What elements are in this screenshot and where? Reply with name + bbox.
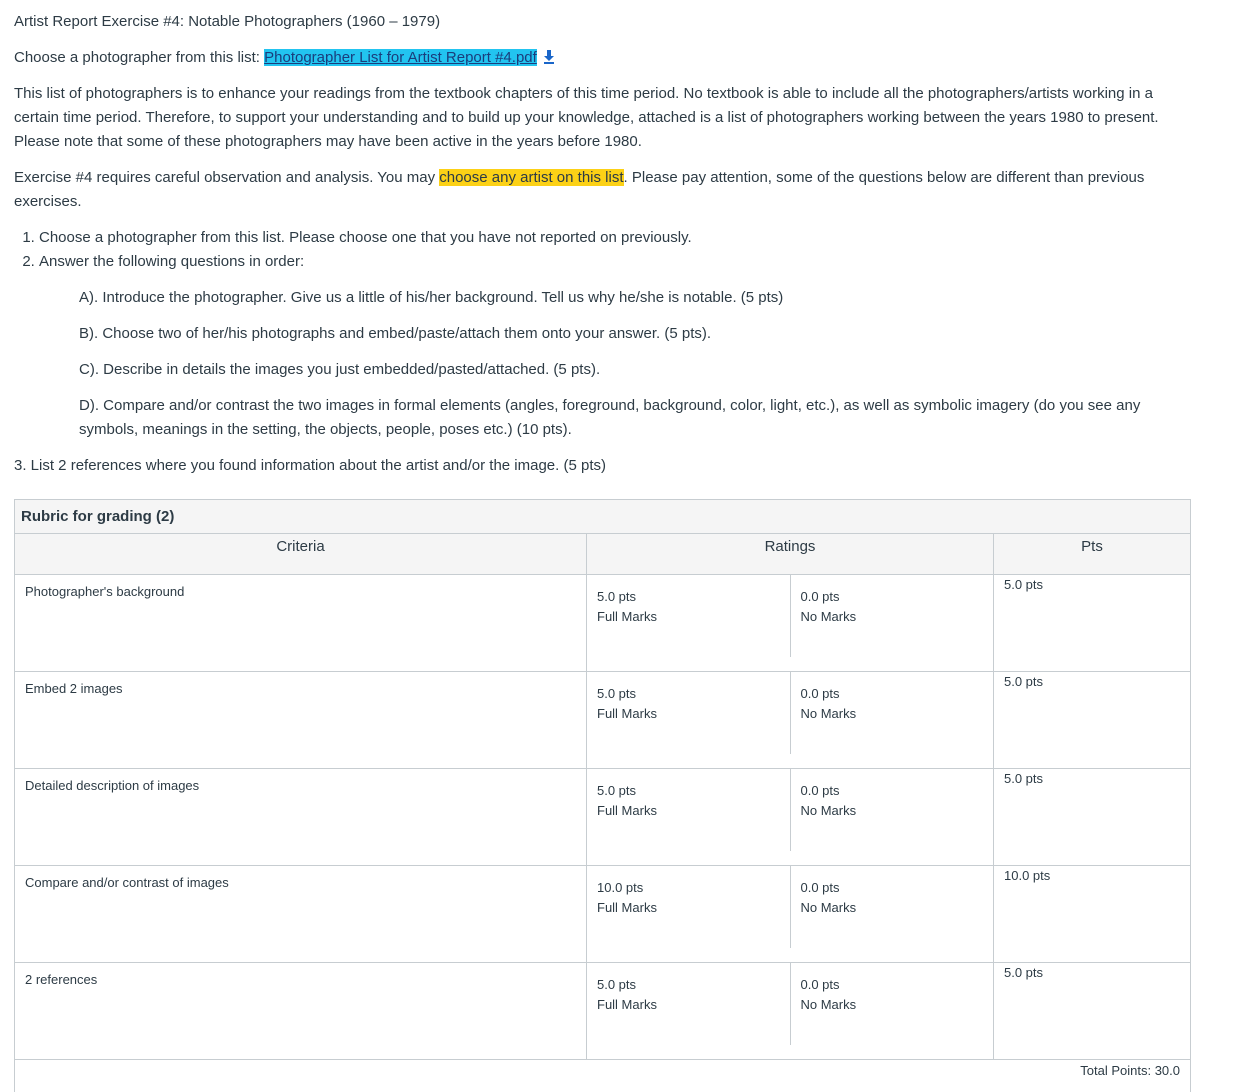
rating-points: 0.0 pts xyxy=(801,684,984,704)
criterion-description: Photographer's background xyxy=(15,575,587,672)
rating-points: 0.0 pts xyxy=(801,781,984,801)
rating-label: Full Marks xyxy=(597,706,657,721)
criterion-points: 10.0 pts xyxy=(994,866,1191,963)
rating-points: 10.0 pts xyxy=(597,878,780,898)
subquestions: A). Introduce the photographer. Give us … xyxy=(79,286,1174,442)
rubric-header-row: Criteria Ratings Pts xyxy=(15,534,1191,575)
step-3: 3. List 2 references where you found inf… xyxy=(14,454,1174,478)
rating-no-marks: 0.0 pts No Marks xyxy=(790,672,994,754)
rating-label: Full Marks xyxy=(597,997,657,1012)
download-icon[interactable] xyxy=(543,50,555,64)
criterion-description: Embed 2 images xyxy=(15,672,587,769)
rating-no-marks: 0.0 pts No Marks xyxy=(790,963,994,1045)
rating-no-marks: 0.0 pts No Marks xyxy=(790,575,994,657)
assignment-description: Artist Report Exercise #4: Notable Photo… xyxy=(14,10,1174,498)
rubric-body: Photographer's background 5.0 pts Full Ma… xyxy=(15,575,1191,1092)
criterion-points: 5.0 pts xyxy=(994,963,1191,1060)
criterion-points: 5.0 pts xyxy=(994,672,1191,769)
rating-label: No Marks xyxy=(801,900,857,915)
rubric-table: Criteria Ratings Pts Photographer's back… xyxy=(14,533,1191,1092)
photographer-list-file-link[interactable]: Photographer List for Artist Report #4.p… xyxy=(264,49,537,66)
rating-points: 5.0 pts xyxy=(597,781,780,801)
rubric-row: Photographer's background 5.0 pts Full Ma… xyxy=(15,575,1191,672)
rubric: Rubric for grading (2) Criteria Ratings … xyxy=(14,499,1191,1092)
rating-cell: 5.0 pts Full Marks 0.0 pts No Marks xyxy=(587,963,994,1060)
rating-label: Full Marks xyxy=(597,609,657,624)
rating-cell: 10.0 pts Full Marks 0.0 pts No Marks xyxy=(587,866,994,963)
subquestion-b: B). Choose two of her/his photographs an… xyxy=(79,322,1174,346)
assignment-heading: Artist Report Exercise #4: Notable Photo… xyxy=(14,10,1174,34)
intro-paragraph: This list of photographers is to enhance… xyxy=(14,82,1174,154)
rating-points: 0.0 pts xyxy=(801,587,984,607)
rating-points: 0.0 pts xyxy=(801,975,984,995)
criteria-header: Criteria xyxy=(15,534,587,575)
rating-label: Full Marks xyxy=(597,803,657,818)
rating-label: No Marks xyxy=(801,803,857,818)
rating-no-marks: 0.0 pts No Marks xyxy=(790,769,994,851)
subquestion-d: D). Compare and/or contrast the two imag… xyxy=(79,394,1174,442)
requirements-prefix: Exercise #4 requires careful observation… xyxy=(14,169,439,186)
choose-prefix: Choose a photographer from this list: xyxy=(14,49,264,66)
requirements-paragraph: Exercise #4 requires careful observation… xyxy=(14,166,1174,214)
criterion-description: Compare and/or contrast of images xyxy=(15,866,587,963)
rating-full-marks: 5.0 pts Full Marks xyxy=(587,575,790,657)
rating-full-marks: 5.0 pts Full Marks xyxy=(587,963,790,1045)
step-1: Choose a photographer from this list. Pl… xyxy=(39,226,1174,250)
rating-full-marks: 5.0 pts Full Marks xyxy=(587,672,790,754)
criterion-points: 5.0 pts xyxy=(994,769,1191,866)
ratings-header: Ratings xyxy=(587,534,994,575)
pts-header: Pts xyxy=(994,534,1191,575)
rating-full-marks: 5.0 pts Full Marks xyxy=(587,769,790,851)
rubric-total-row: Total Points: 30.0 xyxy=(15,1060,1191,1092)
rubric-row: Compare and/or contrast of images 10.0 p… xyxy=(15,866,1191,963)
rating-points: 5.0 pts xyxy=(597,587,780,607)
rating-label: No Marks xyxy=(801,609,857,624)
rating-full-marks: 10.0 pts Full Marks xyxy=(587,866,790,948)
rating-label: Full Marks xyxy=(597,900,657,915)
rating-points: 0.0 pts xyxy=(801,878,984,898)
rating-cell: 5.0 pts Full Marks 0.0 pts No Marks xyxy=(587,769,994,866)
rubric-row: 2 references 5.0 pts Full Marks 0.0 pts No… xyxy=(15,963,1191,1060)
rubric-row: Detailed description of images 5.0 pts Fu… xyxy=(15,769,1191,866)
highlighted-text: choose any artist on this list xyxy=(439,169,623,186)
subquestion-a: A). Introduce the photographer. Give us … xyxy=(79,286,1174,310)
rating-cell: 5.0 pts Full Marks 0.0 pts No Marks xyxy=(587,575,994,672)
rating-label: No Marks xyxy=(801,997,857,1012)
steps-list: Choose a photographer from this list. Pl… xyxy=(14,226,1174,442)
choose-line: Choose a photographer from this list: Ph… xyxy=(14,46,1174,70)
rating-points: 5.0 pts xyxy=(597,975,780,995)
rating-cell: 5.0 pts Full Marks 0.0 pts No Marks xyxy=(587,672,994,769)
subquestion-c: C). Describe in details the images you j… xyxy=(79,358,1174,382)
rubric-row: Embed 2 images 5.0 pts Full Marks 0.0 pts… xyxy=(15,672,1191,769)
step-2: Answer the following questions in order:… xyxy=(39,250,1174,442)
criterion-description: Detailed description of images xyxy=(15,769,587,866)
rating-no-marks: 0.0 pts No Marks xyxy=(790,866,994,948)
criterion-description: 2 references xyxy=(15,963,587,1060)
rubric-title: Rubric for grading (2) xyxy=(14,499,1191,533)
rating-label: No Marks xyxy=(801,706,857,721)
criterion-points: 5.0 pts xyxy=(994,575,1191,672)
rating-points: 5.0 pts xyxy=(597,684,780,704)
step-2-label: Answer the following questions in order: xyxy=(39,253,304,270)
total-points: Total Points: 30.0 xyxy=(15,1060,1191,1092)
